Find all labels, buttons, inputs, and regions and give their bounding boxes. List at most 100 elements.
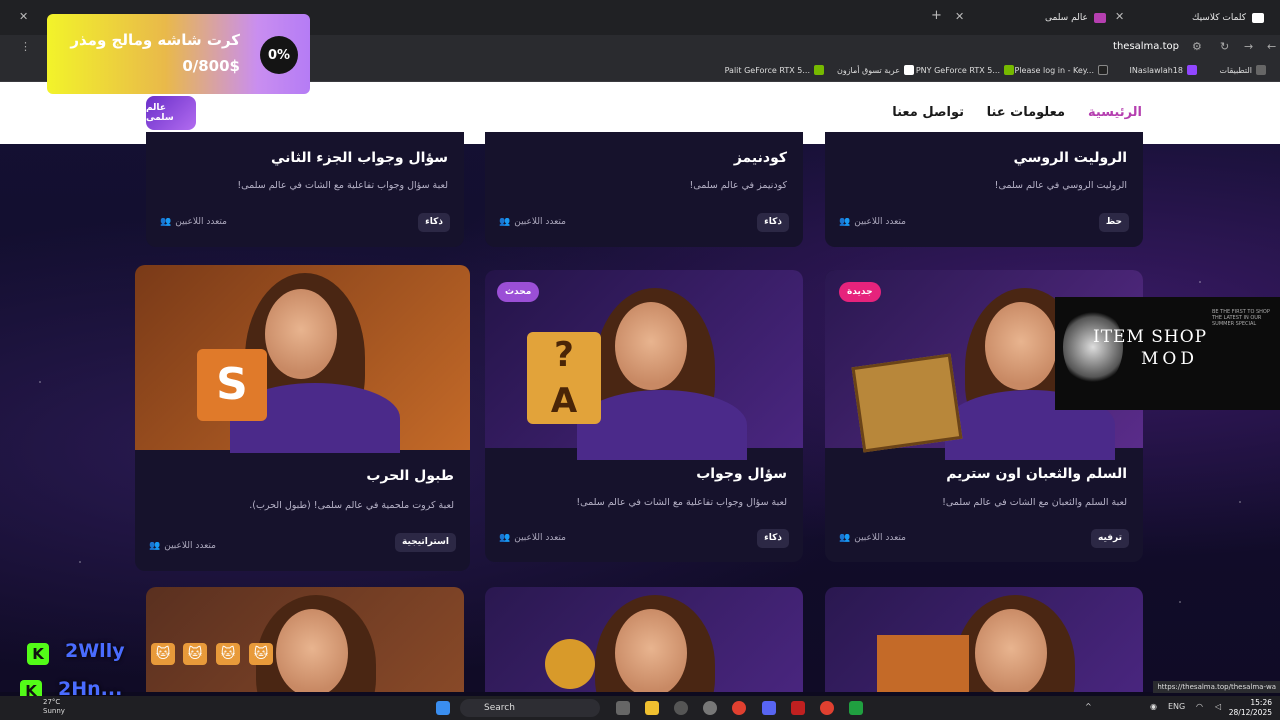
bookmark-apps[interactable]: التطبيقات — [1220, 65, 1266, 75]
bookmark-item[interactable]: عربة تسوق أمازون — [837, 65, 914, 75]
nav-home[interactable]: الرئيسية — [1088, 105, 1142, 120]
game-card[interactable] — [146, 587, 464, 692]
tab-close-icon[interactable]: ✕ — [1115, 10, 1124, 23]
taskbar-clock[interactable]: 15:26 28/12/2025 — [1229, 698, 1272, 718]
tab-classic-words[interactable]: كلمات كلاسيك — [1192, 7, 1265, 29]
tray-chevron-icon[interactable]: ^ — [1085, 702, 1092, 711]
apps-grid-icon — [1256, 65, 1266, 75]
card-desc: لعبة سؤال وجواب تفاعلية مع الشات في عالم… — [576, 497, 787, 508]
card-image: S — [135, 265, 470, 453]
discord-icon[interactable] — [762, 701, 776, 715]
players-info: متعدد اللاعبين 👥 — [839, 533, 906, 543]
stream-name: 2Wlly — [65, 640, 125, 662]
tiles-graphic — [877, 635, 969, 692]
game-card-russian-roulette[interactable]: الروليت الروسي الروليت الروسي في عالم سل… — [825, 132, 1143, 247]
flower-graphic — [1063, 307, 1123, 387]
network-icon[interactable]: ◉ — [1150, 702, 1157, 711]
app-icon[interactable] — [791, 701, 805, 715]
site-settings-icon[interactable]: ⚙ — [1192, 40, 1202, 53]
users-icon: 👥 — [149, 541, 161, 551]
language-indicator[interactable]: ENG — [1168, 702, 1185, 711]
game-card-qa-part2[interactable]: سؤال وجواب الجزء الثاني لعبة سؤال وجواب … — [146, 132, 464, 247]
tab-favicon — [1252, 13, 1265, 23]
bookmark-item[interactable]: PNY GeForce RTX 5... — [916, 65, 1014, 75]
category-tag: حظ — [1098, 213, 1129, 232]
category-tag: استراتيجية — [395, 533, 456, 552]
letter-card-graphic: S — [197, 349, 267, 421]
nav-about[interactable]: معلومات عنا — [987, 105, 1065, 120]
new-tab-icon[interactable]: + — [931, 8, 942, 23]
card-desc: كودنيمز في عالم سلمى! — [689, 180, 787, 191]
bookmark-item[interactable]: Please log in - Key... — [1015, 65, 1108, 75]
players-info: متعدد اللاعبين 👥 — [499, 533, 566, 543]
tab-title: كلمات كلاسيك — [1192, 13, 1247, 23]
game-card-war-drums[interactable]: S طبول الحرب لعبة كروت ملحمية في عالم سل… — [135, 265, 470, 571]
card-title: كودنيمز — [733, 150, 787, 166]
new-badge: جديدة — [839, 282, 881, 302]
close-window-icon[interactable]: ✕ — [19, 10, 28, 23]
donation-goal-popup: 0% كرت شاشه ومالج ومذر 0/800$ — [47, 14, 310, 94]
kick-logo-icon: K — [27, 643, 49, 665]
users-icon: 👥 — [499, 533, 511, 543]
link-status-bar: https://thesalma.top/thesalma-wa — [1153, 681, 1280, 693]
tab-close-icon[interactable]: ✕ — [955, 10, 964, 23]
card-desc: لعبة السلم والثعبان مع الشات في عالم سلم… — [942, 497, 1127, 508]
item-shop-title: ITEM SHOP — [1093, 327, 1208, 347]
volume-icon[interactable]: ◁ — [1215, 702, 1221, 711]
taskbar-search[interactable]: Search — [460, 699, 600, 717]
category-tag: ذكاء — [757, 213, 789, 232]
card-desc: لعبة سؤال وجواب تفاعلية مع الشات في عالم… — [237, 180, 448, 191]
card-title: طبول الحرب — [366, 468, 454, 484]
item-shop-overlay: BE THE FIRST TO SHOP THE LATEST IN OUR S… — [1055, 297, 1280, 410]
users-icon: 👥 — [499, 217, 511, 227]
chrome-icon[interactable] — [820, 701, 834, 715]
app-icon[interactable] — [674, 701, 688, 715]
tab-favicon — [1093, 13, 1106, 23]
board-game-graphic — [851, 353, 963, 453]
url-field[interactable]: thesalma.top — [1113, 41, 1179, 52]
players-info: متعدد اللاعبين 👥 — [149, 541, 216, 551]
bookmark-item[interactable]: INaslawlah18 — [1130, 65, 1197, 75]
xbox-icon[interactable] — [849, 701, 863, 715]
file-explorer-icon[interactable] — [645, 701, 659, 715]
windows-taskbar: 27°C Sunny Search ^ ◉ ENG ◠ ◁ 15:26 28/1… — [0, 696, 1280, 720]
nav-contact[interactable]: تواصل معنا — [892, 105, 964, 120]
goal-value: 0/800$ — [182, 57, 240, 75]
updated-badge: محدث — [497, 282, 540, 302]
tab-title: عالم سلمى — [1045, 13, 1088, 23]
category-tag: ذكاء — [757, 529, 789, 548]
players-info: متعدد اللاعبين 👥 — [499, 217, 566, 227]
back-icon[interactable]: ← — [1267, 40, 1276, 53]
users-icon: 👥 — [839, 533, 851, 543]
wifi-icon[interactable]: ◠ — [1196, 702, 1203, 711]
game-card[interactable] — [825, 587, 1143, 692]
cat-emote-icon: 🐱 — [183, 643, 207, 665]
card-desc: لعبة كروت ملحمية في عالم سلمى! (طبول الح… — [249, 500, 454, 511]
start-icon[interactable] — [436, 701, 450, 715]
game-card[interactable] — [485, 587, 803, 692]
card-desc: الروليت الروسي في عالم سلمى! — [994, 180, 1127, 191]
game-card-codenames[interactable]: كودنيمز كودنيمز في عالم سلمى! ذكاء متعدد… — [485, 132, 803, 247]
reload-icon[interactable]: ↻ — [1220, 40, 1229, 53]
users-icon: 👥 — [839, 217, 851, 227]
weather-widget[interactable]: 27°C Sunny — [43, 698, 65, 716]
settings-icon[interactable] — [703, 701, 717, 715]
cat-emote-icon: 🐱 — [249, 643, 273, 665]
chrome-icon[interactable] — [732, 701, 746, 715]
category-tag: ذكاء — [418, 213, 450, 232]
goal-title: كرت شاشه ومالج ومذر — [70, 31, 240, 49]
site-logo[interactable]: عالم سلمى — [146, 96, 196, 130]
question-cube-graphic: ? A — [527, 332, 601, 424]
goal-percent: 0% — [260, 36, 298, 74]
bookmark-item[interactable]: Palit GeForce RTX 5... — [725, 65, 824, 75]
forward-icon[interactable]: → — [1244, 40, 1253, 53]
item-shop-tagline: BE THE FIRST TO SHOP THE LATEST IN OUR S… — [1212, 309, 1270, 327]
cat-emote-icon: 🐱 — [151, 643, 175, 665]
tab-salma[interactable]: عالم سلمى — [1045, 7, 1106, 29]
nvidia-icon — [1004, 65, 1014, 75]
card-title: الروليت الروسي — [1013, 150, 1127, 166]
task-view-icon[interactable] — [616, 701, 630, 715]
menu-icon[interactable]: ⋮ — [20, 40, 31, 53]
game-card-qa[interactable]: ? A محدث سؤال وجواب لعبة سؤال وجواب تفاعل… — [485, 270, 803, 562]
amazon-icon — [904, 65, 914, 75]
